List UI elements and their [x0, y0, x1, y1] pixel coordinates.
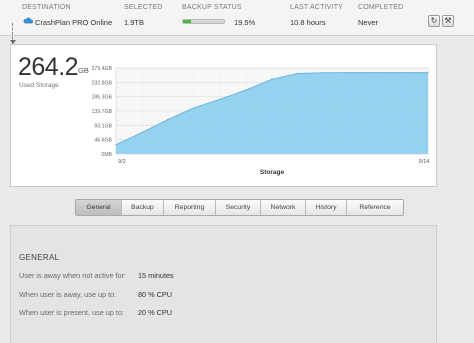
y-tick-label: 0MB [101, 152, 112, 158]
refresh-icon: ↻ [430, 16, 438, 25]
data-point [141, 131, 143, 134]
destinations-header: DESTINATION SELECTED BACKUP STATUS LAST … [0, 0, 474, 36]
data-point [297, 72, 299, 74]
data-point [427, 72, 429, 74]
settings-button[interactable]: ⚒ [442, 15, 454, 27]
refresh-button[interactable]: ↻ [428, 15, 440, 27]
data-point [219, 98, 221, 100]
setting-label: When user is present, use up to: [19, 308, 125, 317]
backup-progress-fill [183, 20, 191, 23]
data-point [167, 118, 169, 121]
data-point [271, 78, 273, 80]
tab-history[interactable]: History [306, 200, 347, 215]
y-tick-label: 279.4GB [92, 66, 113, 72]
setting-row-away-cpu: When user is away, use up to: 80 % CPU [19, 290, 172, 299]
last-activity-value: 10.8 hours [290, 18, 326, 27]
tab-general[interactable]: General [76, 200, 122, 215]
y-tick-label: 139.7GB [92, 109, 113, 115]
setting-label: User is away when not active for: [19, 271, 127, 280]
column-selected: SELECTED [124, 4, 163, 11]
data-point [323, 72, 325, 74]
setting-value[interactable]: 15 minutes [138, 271, 174, 280]
backup-progress-bar [182, 19, 225, 24]
y-tick-label: 232.8GB [92, 80, 113, 86]
data-point [401, 72, 403, 74]
wrench-icon: ⚒ [444, 16, 452, 25]
column-completed: COMPLETED [358, 4, 404, 11]
y-tick-label: 186.3GB [92, 95, 113, 101]
x-tick-label: 9/2 [118, 159, 126, 165]
cloud-icon [23, 17, 33, 24]
storage-chart: 0MB 46.6GB 93.1GB 139.7GB 186.3GB 232.8GB 279.… [92, 66, 430, 176]
tab-security[interactable]: Security [216, 200, 261, 215]
column-last-activity: LAST ACTIVITY [290, 4, 344, 11]
setting-value[interactable]: 20 % CPU [138, 308, 172, 317]
x-tick-label: 9/14 [419, 159, 430, 165]
column-backup-status: BACKUP STATUS [182, 4, 242, 11]
data-point [375, 72, 377, 74]
settings-tabs: General Backup Reporting Security Networ… [75, 199, 404, 216]
setting-row-away-time: User is away when not active for: 15 min… [19, 271, 174, 280]
setting-label: When user is away, use up to: [19, 290, 117, 299]
y-tick-label: 93.1GB [94, 123, 112, 129]
x-axis-label: Storage [260, 169, 285, 176]
setting-row-present-cpu: When user is present, use up to: 20 % CP… [19, 308, 172, 317]
selected-size: 1.9TB [124, 18, 145, 27]
data-point [193, 107, 195, 109]
tab-network[interactable]: Network [261, 200, 306, 215]
data-point [245, 89, 247, 91]
y-tick-label: 46.6GB [94, 138, 112, 144]
storage-panel: 264.2 GB Used Storage 0MB 46.6GB 93.1GB 139… [10, 44, 437, 187]
backup-percent: 19.5% [234, 18, 256, 27]
setting-value[interactable]: 80 % CPU [138, 290, 172, 299]
completed-value: Never [358, 18, 379, 27]
tab-reporting[interactable]: Reporting [164, 200, 216, 215]
data-point [349, 72, 351, 74]
tab-backup[interactable]: Backup [122, 200, 164, 215]
destination-name[interactable]: CrashPlan PRO Online [35, 18, 112, 27]
general-title: GENERAL [19, 253, 60, 262]
tab-reference[interactable]: Reference [347, 200, 403, 215]
general-panel: GENERAL User is away when not active for… [10, 225, 437, 343]
column-destination: DESTINATION [22, 4, 71, 11]
data-point [115, 144, 117, 146]
